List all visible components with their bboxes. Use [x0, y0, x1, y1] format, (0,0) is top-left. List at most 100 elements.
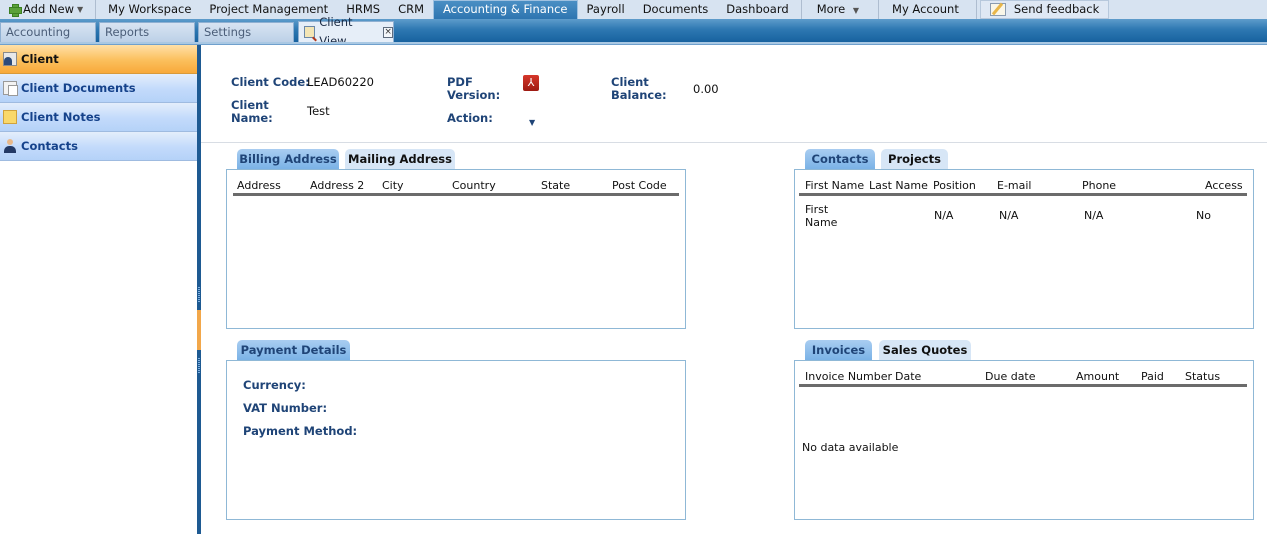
contacts-icon — [3, 139, 17, 153]
client-code-label: Client Code: — [231, 75, 310, 89]
nav-more[interactable]: More ▼ — [805, 0, 875, 19]
sidebar-item-contacts[interactable]: Contacts — [0, 132, 197, 161]
column-header[interactable]: Amount — [1076, 370, 1119, 383]
nav-payroll[interactable]: Payroll — [578, 0, 634, 19]
nav-project-management[interactable]: Project Management — [200, 0, 337, 19]
first-name-line1: First — [805, 203, 829, 216]
payment-method-label: Payment Method: — [243, 424, 358, 438]
column-header[interactable]: City — [382, 179, 404, 192]
invoices-grid-header: Invoice Number Date Due date Amount Paid… — [799, 370, 1247, 387]
sidebar-item-label: Client Notes — [21, 110, 101, 124]
sidebar-item-label: Contacts — [21, 139, 78, 153]
nav-divider — [975, 0, 977, 19]
nav-divider — [800, 0, 802, 19]
pdf-icon[interactable]: ⅄ — [523, 75, 539, 91]
column-header[interactable]: Country — [452, 179, 496, 192]
column-header[interactable]: Invoice Number — [805, 370, 892, 383]
nav-documents[interactable]: Documents — [634, 0, 718, 19]
splitter-grip-bottom[interactable] — [198, 358, 200, 374]
cell-access: No — [1196, 209, 1211, 222]
module-tabbar: Accounting Reports Settings Client View … — [0, 15, 1267, 48]
column-header[interactable]: First Name — [805, 179, 864, 192]
tab-contacts[interactable]: Contacts — [805, 149, 875, 170]
payment-panel: Currency: VAT Number: Payment Method: — [226, 360, 686, 520]
column-header[interactable]: Last Name — [869, 179, 928, 192]
column-header[interactable]: E-mail — [997, 179, 1032, 192]
sidebar-item-client-notes[interactable]: Client Notes — [0, 103, 197, 132]
cell-email: N/A — [999, 209, 1019, 222]
cell-phone: N/A — [1084, 209, 1104, 222]
nav-my-workspace[interactable]: My Workspace — [99, 0, 200, 19]
feedback-pencil-icon — [989, 3, 1006, 16]
tab-invoices[interactable]: Invoices — [805, 340, 872, 361]
sidebar: Client Client Documents Client Notes Con… — [0, 45, 197, 534]
sidebar-item-label: Client Documents — [21, 81, 136, 95]
pdf-label-line2: Version: — [447, 88, 501, 102]
client-name-value: Test — [307, 104, 330, 118]
tab-settings[interactable]: Settings — [198, 22, 294, 42]
column-header[interactable]: Status — [1185, 370, 1220, 383]
table-row[interactable]: First Name N/A N/A N/A No — [805, 203, 1247, 231]
splitter-grip-top[interactable] — [198, 287, 200, 303]
more-label: More — [816, 2, 846, 16]
documents-icon — [3, 81, 18, 96]
sidebar-item-client-documents[interactable]: Client Documents — [0, 74, 197, 103]
client-icon — [3, 52, 17, 66]
nav-my-account[interactable]: My Account — [882, 0, 973, 19]
pdf-version-label: PDF Version: — [447, 76, 500, 102]
column-header[interactable]: Access — [1205, 179, 1243, 192]
tab-client-view[interactable]: Client View × — [298, 15, 394, 48]
column-header[interactable]: Due date — [985, 370, 1036, 383]
send-feedback-label: Send feedback — [1013, 2, 1100, 16]
action-dropdown[interactable]: ▼ — [529, 118, 535, 127]
column-header[interactable]: Phone — [1082, 179, 1116, 192]
sidebar-item-client[interactable]: Client — [0, 45, 197, 74]
client-balance-label: Client Balance: — [611, 76, 667, 102]
header-divider — [201, 142, 1267, 143]
nav-dashboard[interactable]: Dashboard — [717, 0, 797, 19]
chevron-down-icon: ▼ — [77, 5, 84, 14]
nav-accounting-finance[interactable]: Accounting & Finance — [433, 0, 578, 19]
column-header[interactable]: Position — [933, 179, 976, 192]
invoices-panel: Invoice Number Date Due date Amount Paid… — [794, 360, 1254, 520]
plus-icon — [9, 4, 22, 17]
notes-icon — [3, 110, 17, 124]
client-view-content: Client Code: LEAD60220 Client Name: Test… — [201, 45, 1267, 534]
balance-label-line2: Balance: — [611, 88, 667, 102]
chevron-down-icon: ▼ — [852, 6, 860, 15]
column-header[interactable]: State — [541, 179, 570, 192]
add-new-button[interactable]: Add New ▼ — [0, 0, 92, 19]
tab-mailing-address[interactable]: Mailing Address — [345, 149, 455, 170]
tab-sales-quotes[interactable]: Sales Quotes — [879, 340, 971, 361]
tab-billing-address[interactable]: Billing Address — [237, 149, 339, 170]
tab-projects[interactable]: Projects — [881, 149, 948, 170]
cell-position: N/A — [934, 209, 954, 222]
tab-reports[interactable]: Reports — [99, 22, 195, 42]
client-name-label: Client Name: — [231, 99, 273, 125]
vat-number-label: VAT Number: — [243, 401, 328, 415]
address-panel: Address Address 2 City Country State Pos… — [226, 169, 686, 329]
first-name-line2: Name — [805, 216, 838, 229]
sidebar-item-label: Client — [21, 52, 59, 66]
column-header[interactable]: Paid — [1141, 370, 1164, 383]
cell-first-name: First Name — [805, 203, 837, 229]
empty-state-text: No data available — [802, 441, 899, 454]
top-navigation: Add New ▼ My Workspace Project Managemen… — [0, 0, 1267, 19]
close-icon[interactable]: × — [383, 26, 393, 38]
nav-divider — [95, 0, 97, 19]
nav-crm[interactable]: CRM — [389, 0, 433, 19]
contacts-grid-header: First Name Last Name Position E-mail Pho… — [799, 179, 1247, 196]
tab-accounting[interactable]: Accounting — [0, 22, 96, 42]
client-view-icon — [304, 26, 316, 38]
column-header[interactable]: Address — [237, 179, 281, 192]
currency-label: Currency: — [243, 378, 306, 392]
address-grid-header: Address Address 2 City Country State Pos… — [233, 179, 679, 196]
column-header[interactable]: Address 2 — [310, 179, 364, 192]
column-header[interactable]: Post Code — [612, 179, 667, 192]
column-header[interactable]: Date — [895, 370, 921, 383]
add-new-label: Add New — [23, 2, 75, 16]
send-feedback-button[interactable]: Send feedback — [979, 0, 1110, 19]
contacts-panel: First Name Last Name Position E-mail Pho… — [794, 169, 1254, 329]
client-balance-value: 0.00 — [693, 82, 719, 96]
tab-payment-details[interactable]: Payment Details — [237, 340, 350, 361]
